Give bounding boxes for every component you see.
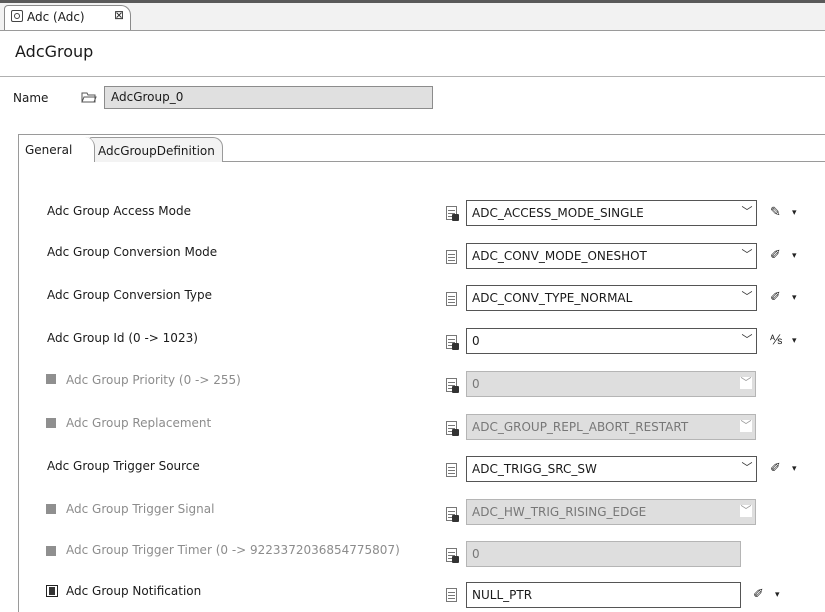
close-icon[interactable]: ⊠: [114, 8, 124, 22]
menu-arrow-icon: ▾: [792, 464, 797, 474]
notification-label: Adc Group Notification: [66, 584, 202, 598]
chevron-down-icon: ﹀: [740, 504, 752, 517]
conversion-mode-label: Adc Group Conversion Mode: [47, 245, 218, 259]
replacement-select: ADC_GROUP_REPL_ABORT_RESTART ﹀: [466, 414, 756, 440]
default-value-icon: [446, 335, 459, 350]
menu-arrow-icon: ▾: [775, 590, 780, 600]
menu-arrow-icon: ▾: [792, 208, 797, 218]
trigger-source-select[interactable]: ADC_TRIGG_SRC_SW ﹀: [466, 456, 757, 482]
chevron-down-icon: ﹀: [741, 333, 753, 346]
notification-field[interactable]: NULL_PTR: [466, 582, 741, 608]
trigger-signal-label: Adc Group Trigger Signal: [66, 502, 215, 516]
wrench-action-button[interactable]: ✐ ▾: [770, 290, 802, 306]
trigger-source-value: ADC_TRIGG_SRC_SW: [472, 462, 597, 476]
trigger-signal-select: ADC_HW_TRIG_RISING_EDGE ﹀: [466, 499, 756, 525]
optional-checkbox[interactable]: [46, 418, 56, 428]
trigger-source-label: Adc Group Trigger Source: [47, 459, 200, 473]
menu-arrow-icon: ▾: [792, 336, 797, 346]
priority-value: 0: [472, 377, 480, 391]
menu-arrow-icon: ▾: [792, 251, 797, 261]
chevron-down-icon: ﹀: [740, 376, 752, 389]
pencil-icon: ✎: [770, 205, 781, 220]
calculated-action-button[interactable]: ⅍ ▾: [770, 333, 802, 349]
chevron-down-icon: ﹀: [741, 205, 753, 218]
notification-checkbox[interactable]: [46, 585, 58, 597]
conversion-mode-select[interactable]: ADC_CONV_MODE_ONESHOT ﹀: [466, 243, 757, 269]
wrench-action-button[interactable]: ✐ ▾: [770, 248, 802, 264]
calculated-icon: ⅍: [770, 333, 783, 348]
name-label: Name: [13, 91, 49, 105]
conversion-type-label: Adc Group Conversion Type: [47, 288, 213, 302]
group-id-label: Adc Group Id (0 -> 1023): [47, 331, 198, 345]
default-value-icon: [446, 507, 459, 522]
module-icon: [11, 10, 23, 22]
chevron-down-icon: ﹀: [740, 419, 752, 432]
chevron-down-icon: ﹀: [741, 248, 753, 261]
document-icon: [446, 250, 457, 264]
default-value-icon: [446, 206, 459, 221]
name-field[interactable]: AdcGroup_0: [104, 86, 433, 109]
wrench-icon: ✐: [770, 248, 781, 263]
group-id-select[interactable]: 0 ﹀: [466, 328, 757, 354]
default-value-icon: [446, 378, 459, 393]
title-divider: [0, 76, 825, 77]
wrench-action-button[interactable]: ✐ ▾: [753, 587, 785, 603]
replacement-value: ADC_GROUP_REPL_ABORT_RESTART: [472, 420, 689, 434]
document-icon: [446, 588, 457, 602]
wrench-action-button[interactable]: ✐ ▾: [770, 461, 802, 477]
page-title: AdcGroup: [15, 42, 94, 61]
priority-select: 0 ﹀: [466, 371, 756, 397]
conversion-type-value: ADC_CONV_TYPE_NORMAL: [472, 291, 633, 305]
trigger-signal-value: ADC_HW_TRIG_RISING_EDGE: [472, 505, 647, 519]
document-icon: [446, 292, 457, 306]
notification-value: NULL_PTR: [472, 588, 533, 602]
access-mode-value: ADC_ACCESS_MODE_SINGLE: [472, 206, 644, 220]
tabstrip-top-border: [0, 0, 825, 3]
wrench-icon: ✐: [753, 587, 764, 602]
replacement-label: Adc Group Replacement: [66, 416, 212, 430]
optional-checkbox[interactable]: [46, 546, 56, 556]
optional-checkbox[interactable]: [46, 374, 56, 384]
tab-adcgroupdefinition[interactable]: AdcGroupDefinition: [88, 137, 223, 162]
conversion-mode-value: ADC_CONV_MODE_ONESHOT: [472, 249, 647, 263]
wrench-icon: ✐: [770, 290, 781, 305]
access-mode-label: Adc Group Access Mode: [47, 204, 191, 218]
trigger-timer-field: 0: [466, 541, 741, 567]
conversion-type-select[interactable]: ADC_CONV_TYPE_NORMAL ﹀: [466, 285, 757, 311]
priority-label: Adc Group Priority (0 -> 255): [66, 373, 241, 387]
group-id-value: 0: [472, 334, 480, 348]
pencil-action-button[interactable]: ✎ ▾: [770, 205, 802, 221]
editor-tab-adc[interactable]: Adc (Adc) ⊠: [4, 5, 131, 30]
optional-checkbox[interactable]: [46, 504, 56, 514]
menu-arrow-icon: ▾: [792, 293, 797, 303]
chevron-down-icon: ﹀: [741, 290, 753, 303]
trigger-timer-label: Adc Group Trigger Timer (0 -> 9223372036…: [66, 543, 400, 557]
editor-tab-strip: Adc (Adc) ⊠: [0, 0, 825, 31]
chevron-down-icon: ﹀: [741, 461, 753, 474]
document-icon: [446, 463, 457, 477]
trigger-timer-value: 0: [472, 547, 480, 561]
folder-icon: [81, 92, 97, 103]
default-value-icon: [446, 421, 459, 436]
tab-general[interactable]: General: [19, 137, 95, 162]
wrench-icon: ✐: [770, 461, 781, 476]
default-value-icon: [446, 548, 459, 563]
editor-tab-title: Adc (Adc): [27, 10, 85, 24]
access-mode-select[interactable]: ADC_ACCESS_MODE_SINGLE ﹀: [466, 200, 757, 226]
